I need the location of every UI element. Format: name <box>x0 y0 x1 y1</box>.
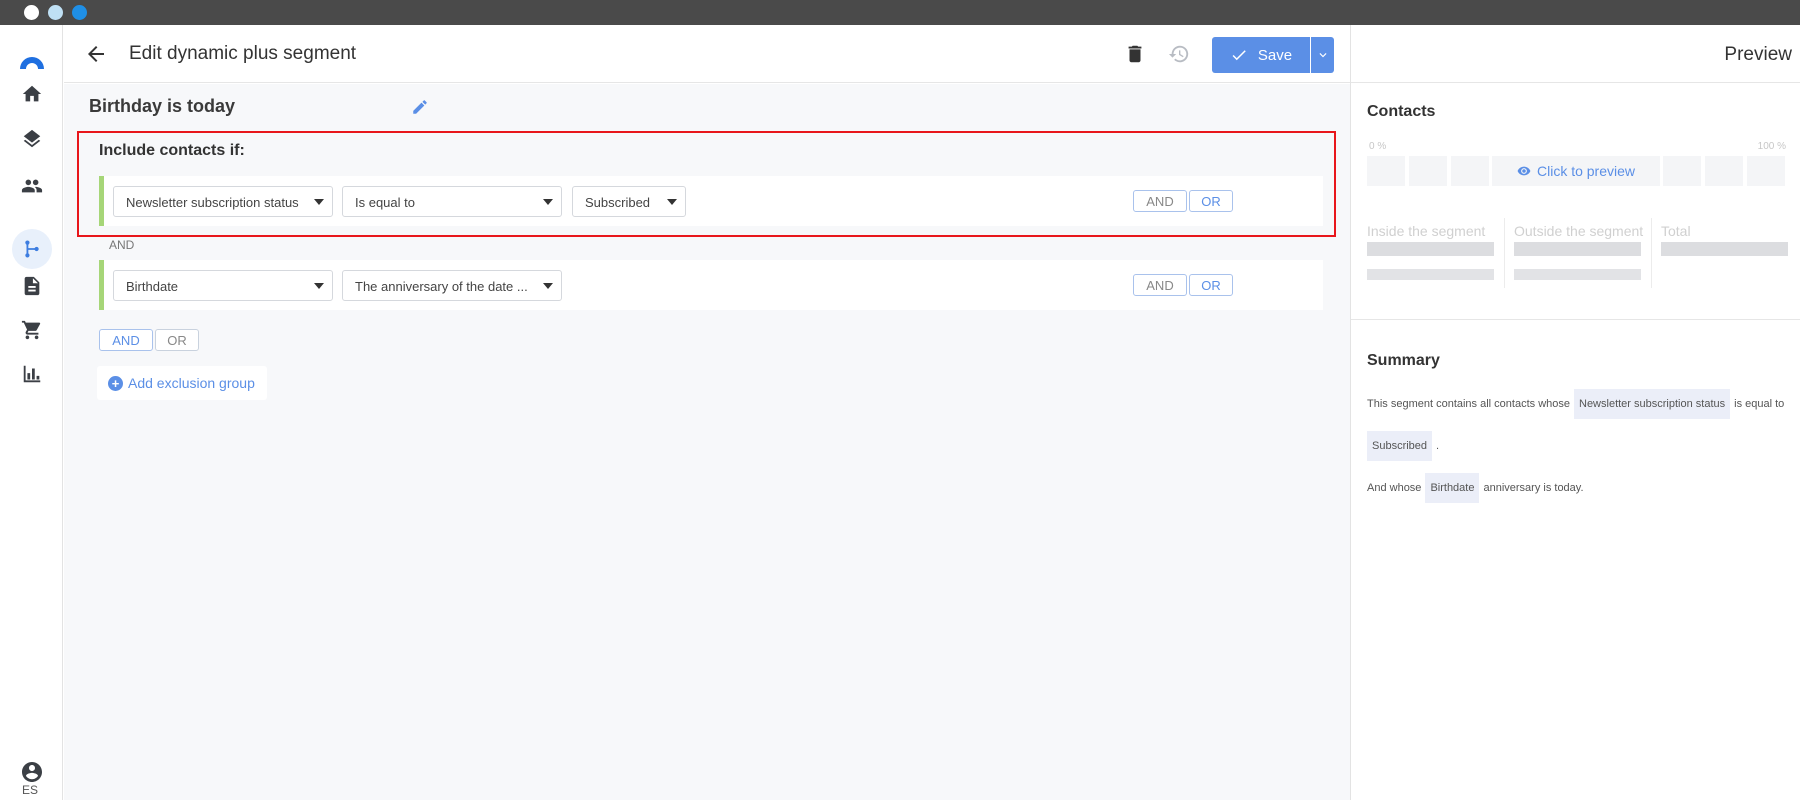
eye-icon <box>1517 166 1531 176</box>
operator-select[interactable]: Is equal to <box>342 186 562 217</box>
window-maximize-dot[interactable] <box>72 5 87 20</box>
preview-bar-segment <box>1409 156 1447 186</box>
or-button[interactable]: OR <box>1189 274 1233 296</box>
language-label[interactable]: ES <box>22 783 38 797</box>
and-button[interactable]: AND <box>1133 190 1187 212</box>
field-select[interactable]: Newsletter subscription status <box>113 186 333 217</box>
and-connector: AND <box>109 238 135 252</box>
preview-bar-segment <box>1705 156 1743 186</box>
home-icon[interactable] <box>19 81 45 107</box>
preview-bar-segment <box>1367 156 1405 186</box>
divider <box>1651 218 1652 288</box>
reports-icon[interactable] <box>19 361 45 387</box>
add-exclusion-label: Add exclusion group <box>128 375 255 391</box>
field-select-value: Newsletter subscription status <box>126 195 299 210</box>
preview-bar-segment <box>1451 156 1489 186</box>
divider <box>1504 218 1505 288</box>
inside-segment-label: Inside the segment <box>1367 223 1486 239</box>
field-select[interactable]: Birthdate <box>113 270 333 301</box>
skeleton-placeholder <box>1367 242 1494 256</box>
window-close-dot[interactable] <box>24 5 39 20</box>
percent-max-label: 100 % <box>1757 141 1786 152</box>
caret-down-icon <box>543 199 553 205</box>
skeleton-placeholder <box>1514 269 1641 280</box>
preview-bar-segment <box>1663 156 1701 186</box>
preview-title: Preview <box>1724 44 1792 65</box>
contacts-icon[interactable] <box>19 173 45 199</box>
summary-title: Summary <box>1367 352 1440 369</box>
outside-segment-label: Outside the segment <box>1514 223 1644 239</box>
save-options-button[interactable] <box>1311 37 1334 73</box>
summary-text: anniversary is today. <box>1483 482 1584 494</box>
or-button[interactable]: OR <box>1189 190 1233 212</box>
and-button[interactable]: AND <box>1133 274 1187 296</box>
check-icon <box>1232 50 1246 61</box>
divider <box>1351 319 1800 320</box>
click-to-preview-label: Click to preview <box>1536 163 1636 179</box>
plus-circle-icon: + <box>108 375 123 391</box>
window-chrome <box>0 0 1800 25</box>
caret-down-icon <box>314 199 324 205</box>
summary-text: And whose <box>1367 482 1422 494</box>
value-select[interactable]: Subscribed <box>572 186 686 217</box>
field-select-value: Birthdate <box>126 279 179 294</box>
skeleton-placeholder <box>1661 242 1788 256</box>
segment-name: Birthday is today <box>89 96 236 116</box>
edit-pencil-icon[interactable] <box>411 98 429 116</box>
operator-select[interactable]: The anniversary of the date ... <box>342 270 562 301</box>
caret-down-icon <box>667 199 677 205</box>
operator-select-value: The anniversary of the date ... <box>355 279 528 294</box>
skeleton-placeholder <box>1514 242 1641 256</box>
layers-icon[interactable] <box>19 126 45 152</box>
preview-panel: Preview Contacts 0 % 100 % Click to prev… <box>1350 25 1800 800</box>
back-arrow-icon[interactable] <box>84 42 108 66</box>
caret-down-icon <box>543 283 553 289</box>
divider <box>1351 82 1800 83</box>
summary-chip: Birthdate <box>1425 473 1480 503</box>
skeleton-placeholder <box>1367 269 1494 280</box>
document-icon[interactable] <box>19 273 45 299</box>
caret-down-icon <box>314 283 324 289</box>
total-label: Total <box>1661 223 1691 239</box>
trash-icon[interactable] <box>1124 43 1146 65</box>
group-or-button[interactable]: OR <box>155 329 199 351</box>
contacts-title: Contacts <box>1367 103 1436 120</box>
summary-line: And whose Birthdate anniversary is today… <box>1367 473 1584 503</box>
group-and-button[interactable]: AND <box>99 329 153 351</box>
app-logo[interactable] <box>17 45 47 75</box>
summary-text: . <box>1436 440 1440 452</box>
summary-text: is equal to <box>1734 398 1785 410</box>
value-select-value: Subscribed <box>585 195 651 210</box>
sidebar: ES <box>0 25 63 800</box>
cart-icon[interactable] <box>19 317 45 343</box>
window-minimize-dot[interactable] <box>48 5 63 20</box>
summary-line: This segment contains all contacts whose… <box>1367 389 1784 419</box>
user-avatar-icon[interactable] <box>20 760 44 784</box>
include-label: Include contacts if: <box>99 142 245 159</box>
operator-select-value: Is equal to <box>355 195 415 210</box>
save-button[interactable]: Save <box>1212 37 1310 73</box>
add-exclusion-group-button[interactable]: + Add exclusion group <box>97 366 267 400</box>
page-header: Edit dynamic plus segment Save <box>64 25 1350 83</box>
percent-min-label: 0 % <box>1369 141 1387 152</box>
preview-bar-segment <box>1747 156 1785 186</box>
history-icon[interactable] <box>1168 43 1190 65</box>
save-label: Save <box>1257 46 1293 64</box>
summary-line: Subscribed . <box>1363 431 1439 461</box>
chevron-down-icon <box>1319 53 1326 58</box>
summary-text: This segment contains all contacts whose <box>1367 398 1570 410</box>
summary-chip: Subscribed <box>1367 431 1433 461</box>
segment-editor: Birthday is today Include contacts if: N… <box>64 84 1350 800</box>
condition-row: Newsletter subscription status Is equal … <box>99 176 1323 226</box>
summary-chip: Newsletter subscription status <box>1574 389 1731 419</box>
segments-nav-active[interactable] <box>12 229 52 269</box>
condition-row: Birthdate The anniversary of the date ..… <box>99 260 1323 310</box>
page-title: Edit dynamic plus segment <box>129 43 357 64</box>
click-to-preview-button[interactable]: Click to preview <box>1492 156 1660 186</box>
segments-icon <box>19 236 45 262</box>
